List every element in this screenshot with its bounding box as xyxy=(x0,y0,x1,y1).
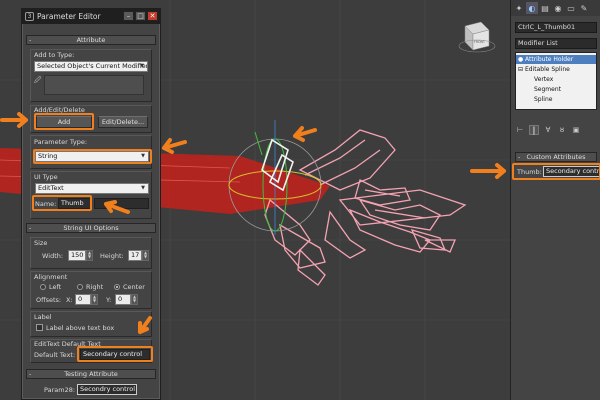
custom-attributes-header[interactable]: - Custom Attributes xyxy=(515,152,597,162)
command-panel-tabs: ✦ ◐ ▤ ◉ ▭ ✎ xyxy=(511,0,600,16)
stack-item-label: Editable Spline xyxy=(525,66,570,73)
stack-item[interactable]: Vertex xyxy=(516,75,596,84)
stack-item-label: Vertex xyxy=(534,76,554,83)
stack-item-label: Segment xyxy=(534,86,561,93)
stack-item-label: Attribute Holder xyxy=(525,56,574,63)
stack-item[interactable]: Spline xyxy=(516,95,596,104)
motion-tab-icon[interactable]: ◉ xyxy=(552,2,564,14)
modifier-stack: ● Attribute Holder ⊟ Editable Spline Ver… xyxy=(515,52,597,110)
highlight-box xyxy=(512,163,600,180)
stack-item[interactable]: ● Attribute Holder xyxy=(516,55,596,64)
stack-item[interactable]: ⊟ Editable Spline xyxy=(516,65,596,74)
object-name-input[interactable]: CtrlC_L_Thumb01 xyxy=(515,22,597,33)
command-panel: ✦ ◐ ▤ ◉ ▭ ✎ CtrlC_L_Thumb01 Modifier Lis… xyxy=(510,0,600,400)
create-tab-icon[interactable]: ✦ xyxy=(513,2,525,14)
modifier-list-dropdown[interactable]: Modifier List xyxy=(515,38,597,49)
stack-item-label: Spline xyxy=(534,96,553,103)
expand-icon: ⊟ xyxy=(518,66,524,73)
custom-attributes-label: Custom Attributes xyxy=(526,153,586,161)
stack-item[interactable]: Segment xyxy=(516,85,596,94)
utilities-tab-icon[interactable]: ✎ xyxy=(578,2,590,14)
display-tab-icon[interactable]: ▭ xyxy=(565,2,577,14)
hierarchy-tab-icon[interactable]: ▤ xyxy=(539,2,551,14)
bulb-icon: ● xyxy=(518,56,524,63)
app-window: FRONT 3 Parameter Editor – □ ✕ - Attribu… xyxy=(0,0,600,400)
annotation-arrows xyxy=(0,112,187,334)
make-unique-icon[interactable]: ∀ xyxy=(543,125,553,135)
pin-stack-icon[interactable]: ⊢ xyxy=(515,125,525,135)
remove-modifier-icon[interactable]: ȣ xyxy=(557,125,567,135)
show-end-result-icon[interactable]: ┃ xyxy=(529,125,539,135)
stack-toolbar: ⊢ ┃ ∀ ȣ ▣ xyxy=(515,124,597,136)
collapse-icon: - xyxy=(518,153,521,161)
configure-sets-icon[interactable]: ▣ xyxy=(571,125,581,135)
annotation-arrow xyxy=(470,163,506,179)
modify-tab-icon[interactable]: ◐ xyxy=(526,2,538,14)
